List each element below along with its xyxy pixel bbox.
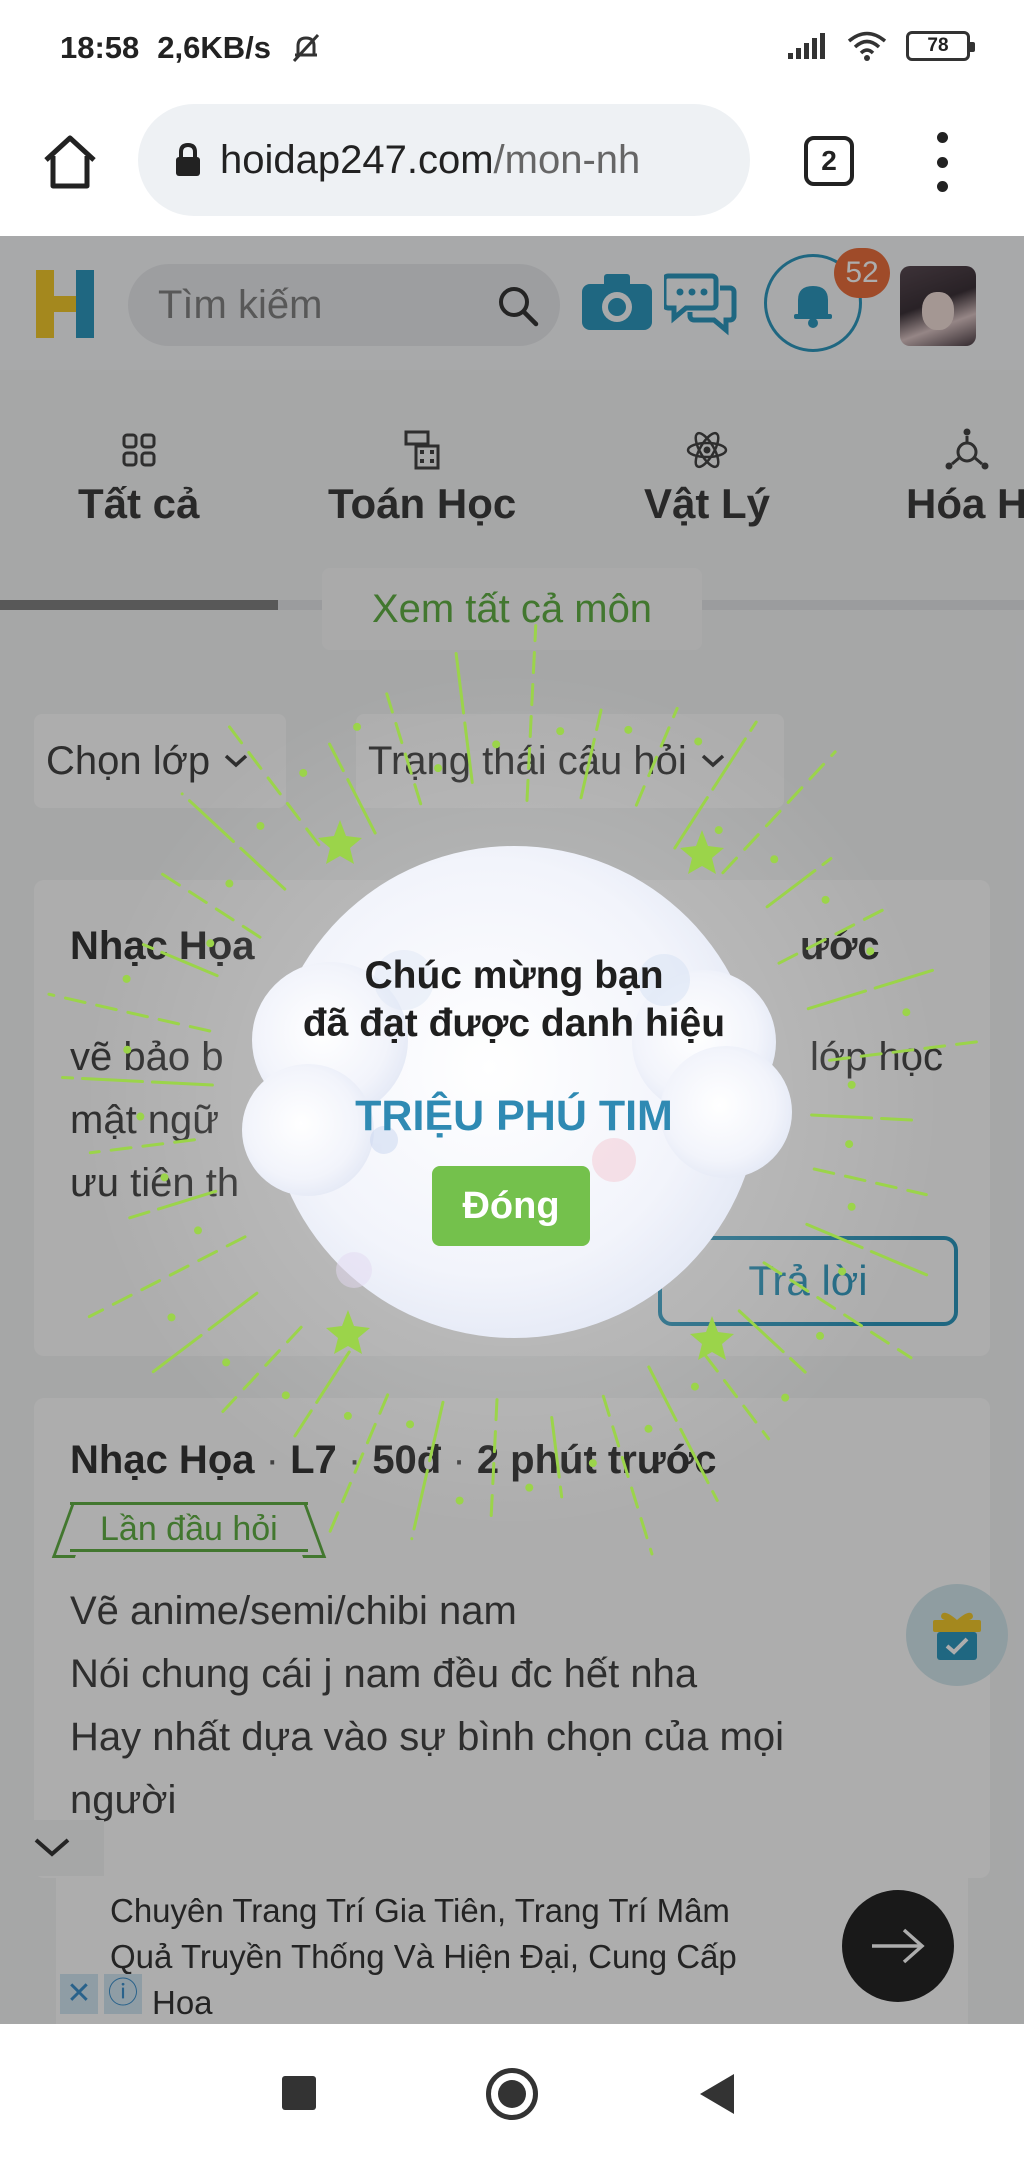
home-nav-button[interactable] xyxy=(486,2068,538,2120)
clock: 18:58 xyxy=(60,30,140,65)
wifi-icon xyxy=(847,31,887,61)
back-button[interactable] xyxy=(700,2074,734,2114)
url-path: /mon-nh xyxy=(493,137,641,182)
network-speed: 2,6KB/s xyxy=(157,30,272,65)
url-bar[interactable]: hoidap247.com/mon-nh xyxy=(138,104,750,216)
cloud-badge xyxy=(242,846,792,1338)
recents-button[interactable] xyxy=(282,2076,316,2110)
home-icon[interactable] xyxy=(38,130,102,194)
url-host: hoidap247.com xyxy=(220,137,494,182)
award-title: TRIỆU PHÚ TIM xyxy=(355,1092,673,1140)
system-nav-bar xyxy=(0,2024,1024,2162)
browser-toolbar: hoidap247.com/mon-nh 2 xyxy=(0,96,1024,236)
overflow-menu-icon[interactable] xyxy=(930,132,954,192)
tab-switcher-button[interactable]: 2 xyxy=(804,136,854,186)
congrats-text: Chúc mừng bạn đã đạt được danh hiệu xyxy=(302,954,726,1045)
status-bar: 18:58 2,6KB/s 78 xyxy=(0,0,1024,96)
battery-indicator: 78 xyxy=(906,31,975,61)
achievement-popup: Chúc mừng bạn đã đạt được danh hiệu TRIỆ… xyxy=(234,830,794,1350)
lock-icon xyxy=(176,142,200,176)
close-popup-button[interactable]: Đóng xyxy=(432,1166,590,1246)
mute-bell-icon xyxy=(292,33,320,63)
signal-icon xyxy=(788,33,825,59)
